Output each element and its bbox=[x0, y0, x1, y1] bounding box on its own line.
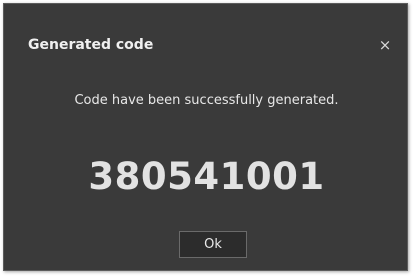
close-icon[interactable]: × bbox=[376, 36, 394, 54]
ok-button[interactable]: Ok bbox=[179, 231, 247, 258]
generated-code-value: 380541001 bbox=[88, 155, 325, 198]
dialog-title: Generated code bbox=[28, 37, 154, 53]
generated-code-dialog: Generated code × Code have been successf… bbox=[3, 3, 408, 271]
success-message: Code have been successfully generated. bbox=[74, 93, 339, 108]
